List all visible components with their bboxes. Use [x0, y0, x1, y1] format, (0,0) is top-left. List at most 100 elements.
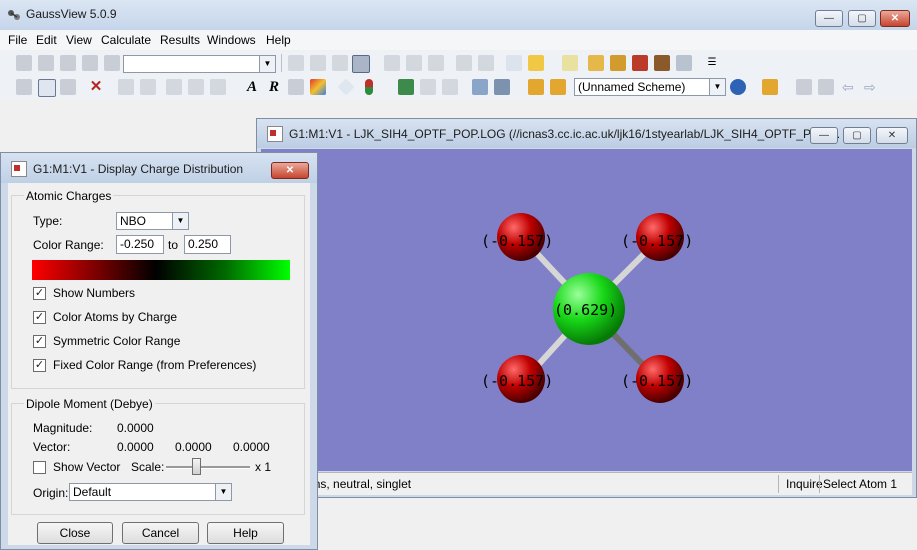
- menu-edit[interactable]: Edit: [36, 33, 57, 47]
- print-icon[interactable]: [632, 55, 648, 71]
- fragment-combo[interactable]: ▼: [123, 55, 276, 73]
- results-icon[interactable]: [472, 79, 488, 95]
- save-icon[interactable]: [610, 55, 626, 71]
- menu-help[interactable]: Help: [266, 33, 291, 47]
- document-icon: [267, 126, 283, 142]
- cascade-icon[interactable]: [796, 79, 812, 95]
- window-layout-icon[interactable]: [676, 55, 692, 71]
- scheme-select[interactable]: (Unnamed Scheme) ▼: [574, 78, 726, 96]
- back-arrow-icon[interactable]: ⇦: [842, 79, 858, 95]
- menu-windows[interactable]: Windows: [207, 33, 256, 47]
- tile-icon[interactable]: [818, 79, 834, 95]
- globe-icon[interactable]: [730, 79, 746, 95]
- help-button[interactable]: Help: [207, 522, 284, 544]
- delete-icon[interactable]: ✕: [88, 79, 104, 95]
- scale-slider-track[interactable]: [166, 466, 250, 469]
- status-divider: [819, 475, 820, 493]
- bond-display-icon[interactable]: [288, 79, 304, 95]
- symmetrize-icon[interactable]: [456, 55, 472, 71]
- residue-labels-icon[interactable]: R: [266, 79, 282, 95]
- diamond-icon[interactable]: [337, 78, 355, 96]
- main-minimize-button[interactable]: —: [815, 10, 843, 27]
- builder-icon[interactable]: [16, 55, 32, 71]
- menu-file[interactable]: File: [8, 33, 27, 47]
- r-group-icon[interactable]: [60, 55, 76, 71]
- main-maximize-button[interactable]: ▢: [848, 10, 876, 27]
- charge-type-select[interactable]: NBO ▼: [116, 212, 189, 230]
- menu-bar: File Edit View Calculate Results Windows…: [0, 30, 917, 50]
- ring-fragment-icon[interactable]: [38, 55, 54, 71]
- dihedral-icon[interactable]: [332, 55, 348, 71]
- inquire-icon[interactable]: [352, 55, 370, 73]
- camera-icon[interactable]: [654, 55, 670, 71]
- close-button[interactable]: Close: [37, 522, 113, 544]
- menu-view[interactable]: View: [66, 33, 92, 47]
- redo-icon[interactable]: [140, 79, 156, 95]
- menu-results[interactable]: Results: [160, 33, 200, 47]
- open-folder-icon[interactable]: [588, 55, 604, 71]
- copy-icon[interactable]: [38, 79, 56, 97]
- new-icon[interactable]: [562, 55, 578, 71]
- magnitude-label: Magnitude:: [33, 421, 93, 435]
- scale-slider-thumb[interactable]: [192, 458, 201, 475]
- color-atoms-label: Color Atoms by Charge: [53, 310, 178, 324]
- molecule-canvas[interactable]: (-0.157) (-0.157) (0.629) (-0.157) (-0.1…: [261, 149, 912, 471]
- hydrogen-icon[interactable]: [188, 79, 204, 95]
- dialog-close-button[interactable]: ✕: [271, 162, 309, 179]
- menu-calculate[interactable]: Calculate: [101, 33, 151, 47]
- center-icon[interactable]: [420, 79, 436, 95]
- color-atoms-checkbox[interactable]: ✓: [33, 311, 46, 324]
- show-numbers-label: Show Numbers: [53, 286, 136, 300]
- molecule-close-button[interactable]: ✕: [876, 127, 908, 144]
- origin-select[interactable]: Default ▼: [69, 483, 232, 501]
- symmetric-range-checkbox[interactable]: ✓: [33, 335, 46, 348]
- cancel-button[interactable]: Cancel: [122, 522, 199, 544]
- forward-arrow-icon[interactable]: ⇨: [864, 79, 880, 95]
- gaussian-calc-icon[interactable]: [528, 79, 544, 95]
- atom-labels-icon[interactable]: A: [244, 79, 260, 95]
- charge-icon[interactable]: [365, 79, 373, 95]
- molecule-minimize-button[interactable]: —: [810, 127, 838, 144]
- main-title-bar: GaussView 5.0.9 — ▢ ✕: [0, 0, 917, 31]
- color-range-min-input[interactable]: -0.250: [116, 235, 164, 254]
- custom-fragment-icon[interactable]: [104, 55, 120, 71]
- add-valence-icon[interactable]: [384, 55, 400, 71]
- undo-icon[interactable]: [118, 79, 134, 95]
- molecule-status-bar: 18 electrons, neutral, singlet Inquire S…: [261, 472, 912, 495]
- rebond-icon[interactable]: [428, 55, 444, 71]
- list-icon[interactable]: ☰: [704, 55, 720, 71]
- atom-charge-label: (-0.157): [621, 372, 693, 390]
- molecule-maximize-button[interactable]: ▢: [843, 127, 871, 144]
- chevron-down-icon: ▼: [172, 213, 188, 229]
- origin-value: Default: [73, 485, 112, 499]
- color-range-max-input[interactable]: 0.250: [184, 235, 231, 254]
- main-close-button[interactable]: ✕: [880, 10, 910, 27]
- select-icon[interactable]: [506, 55, 522, 71]
- color-scheme-icon[interactable]: [310, 79, 326, 95]
- show-vector-checkbox[interactable]: [33, 461, 46, 474]
- clean-icon[interactable]: [528, 55, 544, 71]
- angle-icon[interactable]: [310, 55, 326, 71]
- vector-y-value: 0.0000: [175, 440, 212, 454]
- job-manager-icon[interactable]: [762, 79, 778, 95]
- molecule-window: G1:M1:V1 - LJK_SIH4_OPTF_POP.LOG (//icna…: [256, 118, 917, 498]
- invert-icon[interactable]: [166, 79, 182, 95]
- fixed-range-checkbox[interactable]: ✓: [33, 359, 46, 372]
- summary-icon[interactable]: [494, 79, 510, 95]
- show-numbers-checkbox[interactable]: ✓: [33, 287, 46, 300]
- biological-fragment-icon[interactable]: [82, 55, 98, 71]
- atom-charge-label: (-0.157): [621, 232, 693, 250]
- grid-icon[interactable]: [442, 79, 458, 95]
- labels-icon[interactable]: [210, 79, 226, 95]
- bond-icon[interactable]: [288, 55, 304, 71]
- delete-atom-icon[interactable]: [406, 55, 422, 71]
- molecule-window-title: G1:M1:V1 - LJK_SIH4_OPTF_POP.LOG (//icna…: [289, 127, 841, 141]
- toolbar-row-1: ▼ ☰: [0, 51, 917, 75]
- paste-icon[interactable]: [60, 79, 76, 95]
- mirror-icon[interactable]: [478, 55, 494, 71]
- vector-label: Vector:: [33, 440, 71, 454]
- molecule-view[interactable]: (-0.157) (-0.157) (0.629) (-0.157) (-0.1…: [261, 149, 912, 471]
- add-fragment-icon[interactable]: [398, 79, 414, 95]
- scheme-run-icon[interactable]: [550, 79, 566, 95]
- cut-icon[interactable]: [16, 79, 32, 95]
